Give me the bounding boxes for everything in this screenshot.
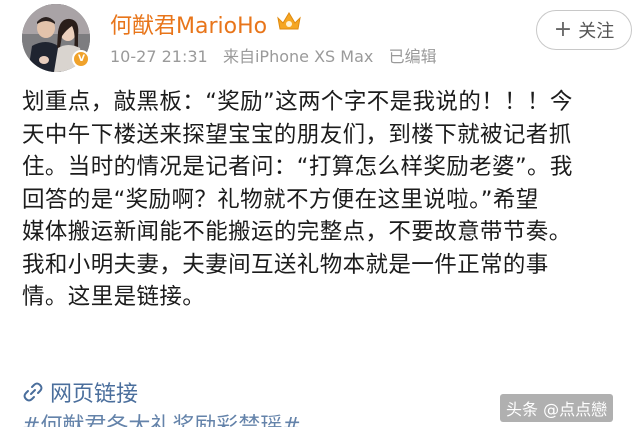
post-line: 回答的是“奖励啊？礼物就不方便在这里说啦。”希望: [22, 186, 539, 213]
topic-hashtag[interactable]: #何猷君各大礼奖励彩禁瑶#: [22, 408, 301, 427]
follow-button[interactable]: + 关注: [536, 10, 632, 50]
post-text: 划重点，敲黑板：“奖励”这两个字不是我说的！！！今 天中午下楼送来探望宝宝的朋友…: [22, 86, 634, 314]
verified-badge-icon: V: [72, 50, 90, 68]
toutiao-watermark: 头条 @点点戀: [500, 394, 614, 422]
web-link[interactable]: 网页链接: [22, 376, 138, 408]
post-line: 媒体搬运新闻能不能搬运的完整点，不要故意带节奏。: [22, 219, 572, 245]
web-link-label: 网页链接: [50, 382, 139, 407]
post-timestamp: 10-27 21:31: [110, 47, 208, 66]
post-edited-label: 已编辑: [388, 47, 437, 66]
follow-label: 关注: [578, 21, 615, 42]
post-line: 情。这里是链接。: [22, 284, 206, 310]
link-icon: [23, 382, 43, 402]
post-source: 来自iPhone XS Max: [222, 47, 374, 66]
weibo-post-screenshot: V 何猷君MarioHo 10-27 21:31 来自iPhone XS Max…: [0, 0, 640, 427]
plus-icon: +: [553, 17, 573, 42]
username[interactable]: 何猷君MarioHo: [110, 8, 267, 40]
post-line: 住。当时的情况是记者问：“打算怎么样奖励老婆”。我: [22, 154, 573, 180]
post-line: 天中午下楼送来探望宝宝的朋友们，到楼下就被记者抓: [22, 121, 572, 148]
post-line: 我和小明夫妻，夫妻间互送礼物本就是一件正常的事: [22, 251, 549, 278]
post-header: V 何猷君MarioHo 10-27 21:31 来自iPhone XS Max…: [0, 0, 640, 80]
post-line: 划重点，敲黑板：“奖励”这两个字不是我说的！！！今: [22, 89, 573, 115]
vip-crown-icon: [277, 12, 301, 30]
post-meta: 10-27 21:31 来自iPhone XS Max 已编辑: [110, 43, 437, 67]
